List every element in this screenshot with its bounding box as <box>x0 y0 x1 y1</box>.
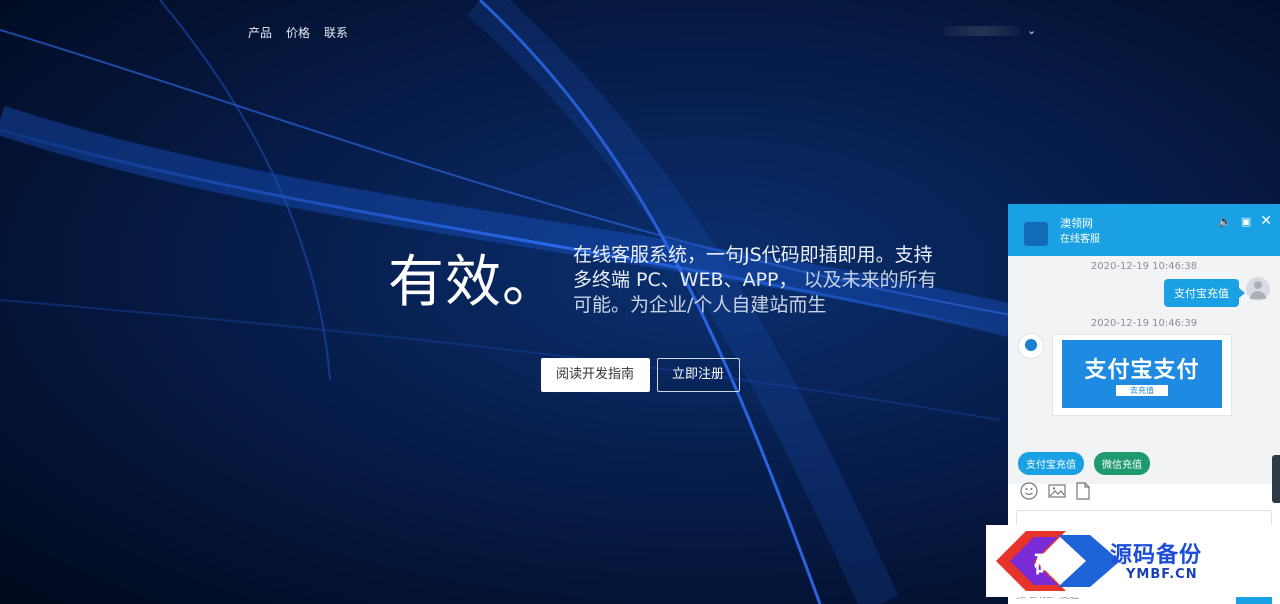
agent-logo <box>1024 222 1048 246</box>
agent-avatar <box>1018 333 1044 359</box>
user-menu[interactable]: ⌄ <box>943 24 1036 37</box>
agent-logo-icon <box>1025 339 1037 351</box>
chevron-down-icon: ⌄ <box>1027 24 1037 37</box>
watermark: 码 源码备份 YMBF.CN <box>986 525 1273 597</box>
user-avatar <box>1246 277 1270 301</box>
message-timestamp: 2020-12-19 10:46:38 <box>1090 261 1198 272</box>
top-nav: 产品 价格 联系 <box>248 24 348 41</box>
read-guide-button[interactable]: 阅读开发指南 <box>541 358 650 392</box>
watermark-title-cn: 源码备份 <box>1110 542 1203 568</box>
side-panel-handle[interactable] <box>1272 455 1280 503</box>
window-icon[interactable]: ▣ <box>1241 215 1251 228</box>
watermark-title-en: YMBF.CN <box>1126 567 1198 582</box>
register-button[interactable]: 立即注册 <box>657 358 740 392</box>
payment-card-banner: 支付宝支付 去充值 <box>1062 340 1222 408</box>
recharge-button[interactable]: 去充值 <box>1116 385 1168 396</box>
nav-item-products[interactable]: 产品 <box>248 24 272 41</box>
chat-header: 澳领网 在线客服 🔈 ▣ ✕ <box>1008 204 1280 256</box>
nav-item-pricing[interactable]: 价格 <box>286 24 310 41</box>
volume-icon[interactable]: 🔈 <box>1218 215 1232 228</box>
watermark-glyph: 码 <box>1034 550 1058 579</box>
chat-header-icons: 🔈 ▣ ✕ <box>1218 213 1272 229</box>
quick-reply-alipay[interactable]: 支付宝充值 <box>1018 452 1084 475</box>
emoji-icon[interactable] <box>1020 482 1038 504</box>
chat-toolbar <box>1020 482 1090 504</box>
user-message: 支付宝充值 <box>1164 279 1245 307</box>
chat-agent-status: 在线客服 <box>1060 234 1100 245</box>
chat-messages: 2020-12-19 10:46:38 支付宝充值 2020-12-19 10:… <box>1008 256 1280 484</box>
quick-replies: 支付宝充值 微信充值 <box>1018 452 1150 475</box>
payment-card[interactable]: 支付宝支付 去充值 <box>1052 334 1232 416</box>
quick-reply-wechat[interactable]: 微信充值 <box>1094 452 1150 475</box>
hero-description: 在线客服系统，一句JS代码即插即用。支持多终端 PC、WEB、APP， 以及未来… <box>573 243 945 318</box>
hero-title: 有效。 <box>388 250 559 315</box>
message-timestamp: 2020-12-19 10:46:39 <box>1090 318 1198 329</box>
close-icon[interactable]: ✕ <box>1260 213 1272 229</box>
payment-card-title: 支付宝支付 <box>1084 358 1200 383</box>
file-icon[interactable] <box>1076 482 1090 504</box>
image-icon[interactable] <box>1048 483 1066 503</box>
nav-item-contact[interactable]: 联系 <box>324 24 348 41</box>
chat-agent-name: 澳领网 <box>1060 217 1093 230</box>
user-name-blurred <box>943 25 1021 36</box>
